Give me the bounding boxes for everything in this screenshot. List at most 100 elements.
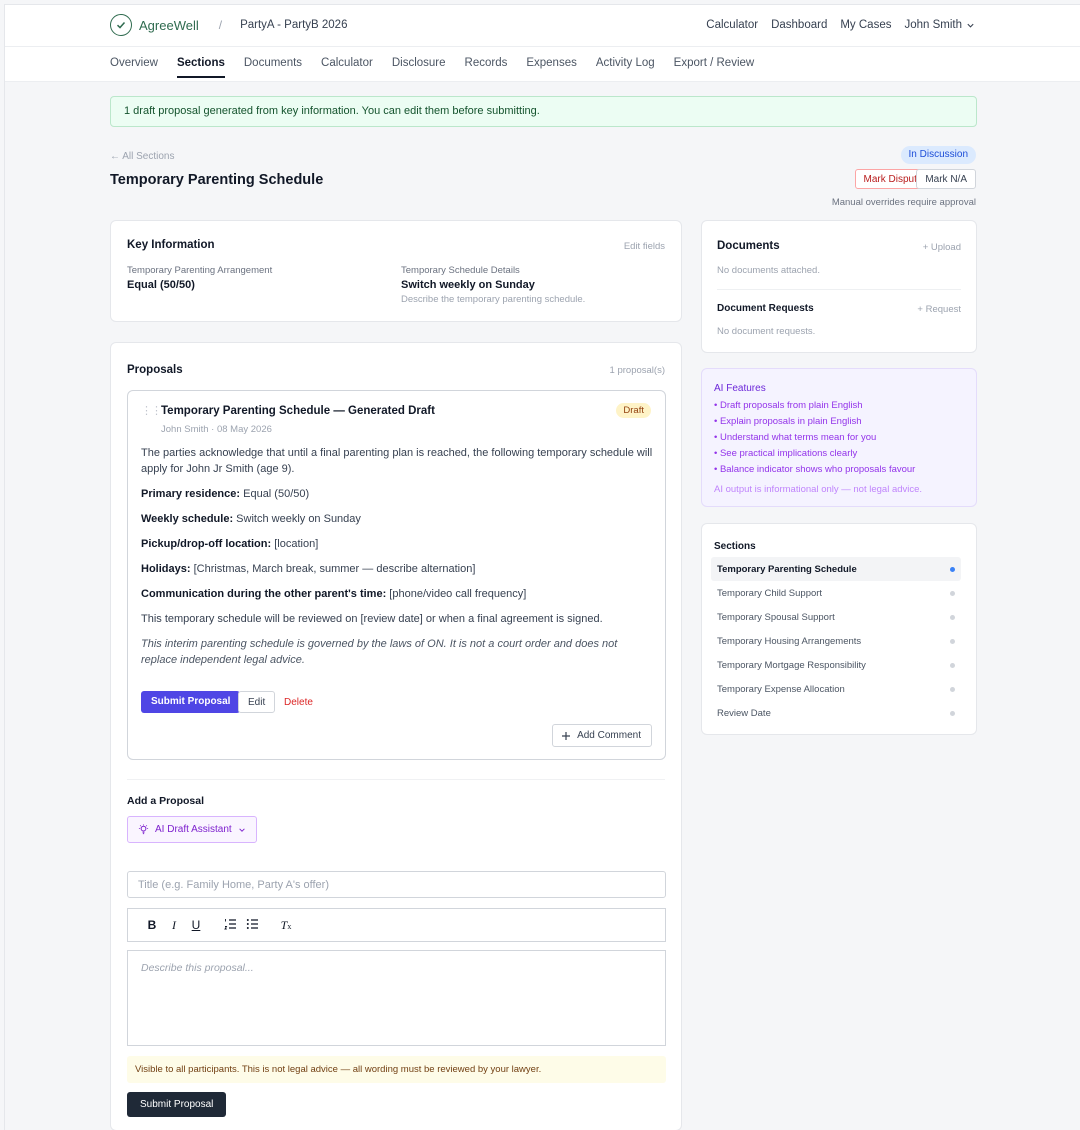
section-tabs: Overview Sections Documents Calculator D… (5, 47, 1080, 82)
user-menu[interactable]: John Smith (904, 19, 975, 31)
document-requests-title: Document Requests (717, 303, 814, 314)
proposal-line: Holidays: [Christmas, March break, summe… (141, 563, 476, 575)
proposal-intro: The parties acknowledge that until a fin… (141, 447, 653, 475)
field-label: Temporary Schedule Details (401, 265, 520, 276)
brand-name: AgreeWell (139, 17, 199, 33)
ai-feature-item: • Draft proposals from plain English (714, 400, 863, 411)
top-bar: AgreeWell / PartyA - PartyB 2026 Calcula… (5, 5, 1080, 47)
top-nav: Calculator Dashboard My Cases John Smith (706, 19, 975, 31)
ai-feature-item: • Balance indicator shows who proposals … (714, 464, 916, 475)
proposal-title: Temporary Parenting Schedule — Generated… (161, 405, 435, 417)
proposal-title-input[interactable] (127, 871, 666, 898)
chevron-down-icon (238, 827, 245, 832)
back-to-sections-link[interactable]: ← All Sections (110, 151, 174, 162)
tab-disclosure[interactable]: Disclosure (392, 57, 446, 78)
ai-feature-item: • See practical implications clearly (714, 448, 858, 459)
request-link[interactable]: + Request (917, 304, 961, 315)
proposal-body-editor[interactable]: Describe this proposal... (127, 950, 666, 1046)
bullet-list-icon[interactable] (241, 918, 263, 933)
nav-my-cases[interactable]: My Cases (840, 19, 891, 31)
status-dot-icon (950, 662, 955, 668)
check-circle-icon (110, 14, 132, 36)
document-requests-empty: No document requests. (717, 326, 816, 337)
field-hint: Describe the temporary parenting schedul… (401, 294, 586, 305)
edit-proposal-button[interactable]: Edit (238, 691, 276, 713)
sections-card: Sections Temporary Parenting Schedule Te… (701, 523, 977, 735)
tab-expenses[interactable]: Expenses (526, 57, 577, 78)
field-label: Temporary Parenting Arrangement (127, 265, 273, 276)
section-item-temporary-child-support[interactable]: Temporary Child Support (711, 581, 961, 605)
submit-new-proposal-button[interactable]: Submit Proposal (127, 1092, 227, 1117)
section-item-temporary-housing-arrangements[interactable]: Temporary Housing Arrangements (711, 629, 961, 653)
breadcrumb-separator: / (218, 18, 223, 32)
tab-overview[interactable]: Overview (110, 57, 158, 78)
proposal-governing-law: This interim parenting schedule is gover… (141, 638, 618, 666)
mark-na-button[interactable]: Mark N/A (916, 169, 976, 189)
section-item-temporary-spousal-support[interactable]: Temporary Spousal Support (711, 605, 961, 629)
delete-proposal-button[interactable]: Delete (284, 697, 313, 708)
plus-icon (562, 731, 571, 740)
status-badge: In Discussion (900, 146, 976, 164)
override-note: Manual overrides require approval (831, 197, 976, 208)
status-dot-icon (950, 566, 955, 572)
success-notice: 1 draft proposal generated from key info… (110, 96, 977, 127)
brand[interactable]: AgreeWell / PartyA - PartyB 2026 (110, 14, 347, 36)
proposals-card: Proposals 1 proposal(s) ⋮⋮ Temporary Par… (110, 342, 682, 1130)
add-proposal-title: Add a Proposal (127, 795, 205, 807)
documents-title: Documents (717, 240, 780, 252)
nav-dashboard[interactable]: Dashboard (771, 19, 827, 31)
divider (717, 289, 961, 290)
status-dot-icon (950, 638, 955, 644)
legal-disclaimer: Visible to all participants. This is not… (127, 1056, 666, 1083)
edit-fields-link[interactable]: Edit fields (624, 241, 665, 252)
ai-disclaimer: AI output is informational only — not le… (714, 484, 923, 495)
documents-empty: No documents attached. (717, 265, 820, 276)
tab-export-review[interactable]: Export / Review (674, 57, 755, 78)
editor-toolbar: B I U Tx (127, 908, 666, 942)
underline-icon[interactable]: U (185, 918, 207, 932)
lightbulb-icon (138, 824, 149, 835)
tab-activity-log[interactable]: Activity Log (596, 57, 655, 78)
section-item-review-date[interactable]: Review Date (711, 701, 961, 725)
status-dot-icon (950, 590, 955, 596)
documents-card: Documents + Upload No documents attached… (701, 220, 977, 353)
key-field-schedule-details: Temporary Schedule Details Switch weekly… (401, 265, 585, 305)
section-item-temporary-expense-allocation[interactable]: Temporary Expense Allocation (711, 677, 961, 701)
proposal-item: ⋮⋮ Temporary Parenting Schedule — Genera… (127, 390, 666, 760)
draft-badge: Draft (616, 403, 651, 418)
submit-proposal-button[interactable]: Submit Proposal (141, 691, 241, 713)
status-dot-icon (950, 614, 955, 620)
clear-format-icon[interactable]: Tx (275, 918, 297, 933)
case-name[interactable]: PartyA - PartyB 2026 (240, 19, 347, 31)
nav-calculator[interactable]: Calculator (706, 19, 758, 31)
tab-calculator[interactable]: Calculator (321, 57, 373, 78)
sections-title: Sections (714, 541, 756, 552)
tab-documents[interactable]: Documents (244, 57, 302, 78)
drag-handle-icon[interactable]: ⋮⋮ (141, 404, 162, 417)
ai-draft-assistant-button[interactable]: AI Draft Assistant (127, 816, 257, 843)
tab-records[interactable]: Records (465, 57, 508, 78)
key-information-title: Key Information (127, 239, 215, 251)
upload-link[interactable]: + Upload (923, 242, 961, 253)
ordered-list-icon[interactable] (219, 918, 241, 933)
section-item-temporary-parenting-schedule[interactable]: Temporary Parenting Schedule (711, 557, 961, 581)
italic-icon[interactable]: I (163, 918, 185, 933)
page-title: Temporary Parenting Schedule (110, 172, 324, 188)
proposal-line: Primary residence: Equal (50/50) (141, 488, 310, 500)
app-frame: AgreeWell / PartyA - PartyB 2026 Calcula… (4, 4, 1080, 1130)
section-item-temporary-mortgage-responsibility[interactable]: Temporary Mortgage Responsibility (711, 653, 961, 677)
bold-icon[interactable]: B (141, 918, 163, 932)
sections-list: Temporary Parenting Schedule Temporary C… (711, 557, 961, 725)
divider (127, 779, 665, 780)
proposal-meta: John Smith · 08 May 2026 (161, 424, 272, 435)
proposal-review: This temporary schedule will be reviewed… (141, 613, 603, 625)
tab-sections[interactable]: Sections (176, 57, 225, 78)
chevron-down-icon (967, 23, 974, 28)
ai-feature-item: • Explain proposals in plain English (714, 416, 862, 427)
key-field-arrangement: Temporary Parenting Arrangement Equal (5… (127, 265, 272, 291)
add-comment-label: Add Comment (577, 730, 641, 741)
field-value: Equal (50/50) (127, 279, 195, 291)
add-comment-button[interactable]: Add Comment (552, 724, 652, 747)
status-dot-icon (950, 710, 955, 716)
key-information-card: Key Information Edit fields Temporary Pa… (110, 220, 682, 322)
